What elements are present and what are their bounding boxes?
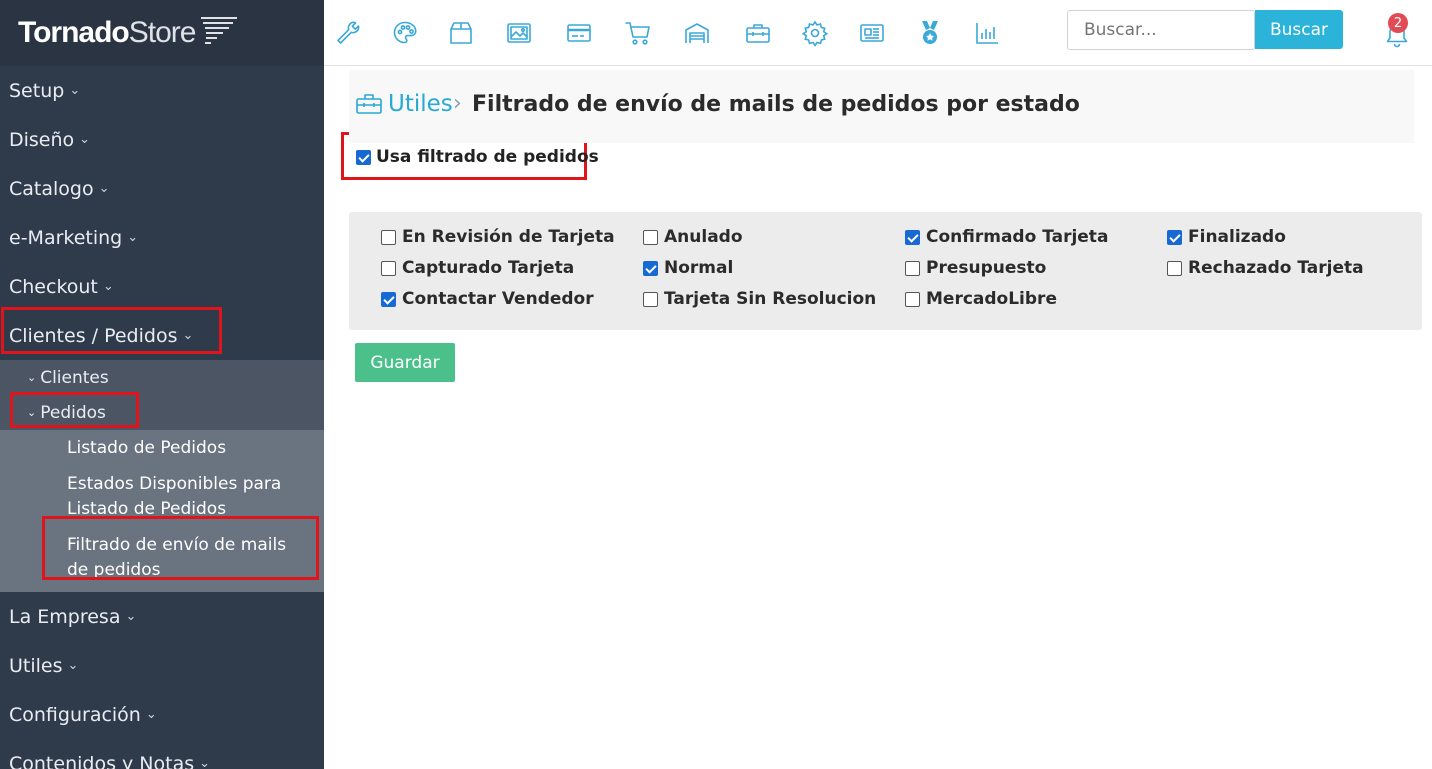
state-checkbox[interactable] [381, 260, 396, 276]
sidebar-item-catalogo[interactable]: Catalogo ⌄ [0, 164, 324, 213]
chevron-down-icon: ⌄ [102, 279, 114, 294]
chevron-down-icon: ⌄ [67, 658, 79, 673]
medal-icon[interactable] [916, 19, 944, 47]
state-checkbox[interactable] [643, 229, 658, 245]
sidebar-item-clientes-pedidos[interactable]: Clientes / Pedidos ⌄ [0, 311, 324, 360]
sidebar-item-configuracion[interactable]: Configuración ⌄ [0, 690, 324, 739]
page-header: Utiles › Filtrado de envío de mails de p… [349, 70, 1414, 143]
state-label: Presupuesto [926, 258, 1047, 278]
sidebar-link-listado-pedidos[interactable]: Listado de Pedidos [0, 430, 324, 466]
chevron-down-icon: ⌄ [98, 181, 110, 196]
sidebar-subitem-pedidos[interactable]: ⌄ Pedidos [0, 395, 324, 430]
state-option[interactable]: Confirmado Tarjeta [905, 227, 1108, 247]
use-filter-checkbox-row[interactable]: Usa filtrado de pedidos [356, 147, 599, 167]
image-icon[interactable] [505, 19, 533, 47]
sidebar-item-contenidos-notas[interactable]: Contenidos y Notas ⌄ [0, 739, 324, 769]
state-label: Capturado Tarjeta [402, 258, 575, 278]
submenu-pedidos: Listado de Pedidos Estados Disponibles p… [0, 430, 324, 592]
toolbox-icon[interactable] [744, 19, 772, 47]
state-option[interactable]: Presupuesto [905, 258, 1046, 278]
chevron-down-icon: ⌄ [127, 230, 139, 245]
chevron-down-icon: ⌄ [125, 609, 137, 624]
state-option[interactable]: Normal [643, 258, 733, 278]
state-option[interactable]: Contactar Vendedor [381, 289, 594, 309]
state-checkbox[interactable] [643, 260, 658, 276]
logo-text: TornadoStore [18, 16, 196, 49]
state-checkbox[interactable] [905, 291, 920, 307]
chevron-down-icon: ⌄ [145, 707, 157, 722]
sidebar-item-diseno[interactable]: Diseño ⌄ [0, 115, 324, 164]
chevron-down-icon: ⌄ [182, 328, 194, 343]
breadcrumb-utiles-link[interactable]: Utiles [388, 91, 453, 117]
credit-card-icon[interactable] [565, 19, 593, 47]
logo[interactable]: TornadoStore [0, 0, 324, 66]
notification-badge: 2 [1388, 13, 1408, 33]
chevron-right-icon: › [453, 91, 462, 116]
state-label: Contactar Vendedor [402, 289, 594, 309]
wrench-icon[interactable] [334, 19, 362, 47]
states-panel: En Revisión de Tarjeta Anulado Confirmad… [349, 212, 1422, 330]
tornado-logo-icon [201, 17, 238, 44]
toolbox-icon [356, 94, 382, 114]
state-checkbox[interactable] [381, 291, 396, 307]
chevron-down-icon: ⌄ [69, 83, 81, 98]
state-checkbox[interactable] [1167, 229, 1182, 245]
search-input[interactable] [1067, 10, 1255, 50]
use-filter-label: Usa filtrado de pedidos [376, 147, 599, 167]
chevron-down-icon: ⌄ [27, 371, 37, 384]
palette-icon[interactable] [391, 19, 419, 47]
sidebar-item-setup[interactable]: Setup ⌄ [0, 66, 324, 115]
state-option[interactable]: Finalizado [1167, 227, 1286, 247]
sidebar-subitem-clientes[interactable]: ⌄ Clientes [0, 360, 324, 395]
state-checkbox[interactable] [905, 229, 920, 245]
box-icon[interactable] [447, 19, 475, 47]
state-option[interactable]: Tarjeta Sin Resolucion [643, 289, 876, 309]
state-checkbox[interactable] [905, 260, 920, 276]
chevron-down-icon: ⌄ [27, 406, 37, 419]
state-label: Confirmado Tarjeta [926, 227, 1109, 247]
sidebar-link-filtrado-mails[interactable]: Filtrado de envío de mails de pedidos [0, 527, 324, 588]
state-label: Finalizado [1188, 227, 1286, 247]
sidebar-item-la-empresa[interactable]: La Empresa ⌄ [0, 592, 324, 641]
state-label: Anulado [664, 227, 743, 247]
search-button[interactable]: Buscar [1255, 10, 1343, 49]
page-title: Filtrado de envío de mails de pedidos po… [472, 92, 1080, 117]
state-label: En Revisión de Tarjeta [402, 227, 615, 247]
state-option[interactable]: Capturado Tarjeta [381, 258, 574, 278]
top-bar: Buscar 2 [324, 0, 1432, 66]
bar-chart-icon[interactable] [973, 19, 1001, 47]
state-option[interactable]: Anulado [643, 227, 743, 247]
newspaper-icon[interactable] [858, 19, 886, 47]
sidebar-item-emarketing[interactable]: e-Marketing ⌄ [0, 213, 324, 262]
state-label: Rechazado Tarjeta [1188, 258, 1364, 278]
sidebar-item-checkout[interactable]: Checkout ⌄ [0, 262, 324, 311]
chevron-down-icon: ⌄ [199, 756, 211, 769]
state-option[interactable]: En Revisión de Tarjeta [381, 227, 615, 247]
cart-icon[interactable] [624, 19, 652, 47]
sidebar: TornadoStore Setup ⌄ Diseño ⌄ Catalogo ⌄ e-… [0, 0, 324, 769]
state-label: Normal [664, 258, 734, 278]
state-label: MercadoLibre [926, 289, 1057, 309]
warehouse-icon[interactable] [683, 19, 711, 47]
state-checkbox[interactable] [1167, 260, 1182, 276]
sidebar-item-utiles[interactable]: Utiles ⌄ [0, 641, 324, 690]
chevron-down-icon: ⌄ [79, 132, 91, 147]
sidebar-link-estados-disponibles[interactable]: Estados Disponibles para Listado de Pedi… [0, 466, 324, 527]
use-filter-checkbox[interactable] [356, 149, 371, 165]
state-label: Tarjeta Sin Resolucion [664, 289, 877, 309]
state-option[interactable]: MercadoLibre [905, 289, 1057, 309]
state-checkbox[interactable] [381, 229, 396, 245]
state-checkbox[interactable] [643, 291, 658, 307]
state-option[interactable]: Rechazado Tarjeta [1167, 258, 1364, 278]
save-button[interactable]: Guardar [355, 343, 455, 382]
gear-icon[interactable] [801, 19, 829, 47]
submenu-clientes-pedidos: ⌄ Clientes ⌄ Pedidos [0, 360, 324, 430]
